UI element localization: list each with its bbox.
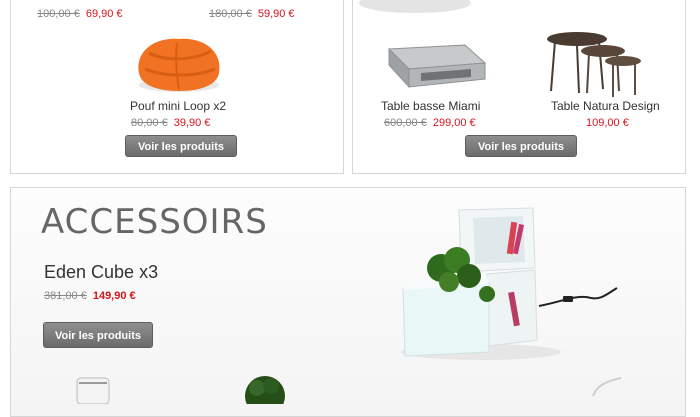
promo-panel-right: Table basse Miami Table Natura Design 60… xyxy=(352,0,686,174)
new-price: 109,00 € xyxy=(586,117,629,129)
product-name[interactable]: Table basse Miami xyxy=(381,99,480,113)
old-price: 80,00 € xyxy=(131,117,168,129)
eden-cube-image[interactable] xyxy=(391,202,641,362)
product-name[interactable]: Table Natura Design xyxy=(551,99,660,113)
view-products-button[interactable]: Voir les produits xyxy=(43,322,153,348)
pouf-image[interactable] xyxy=(131,33,227,95)
old-price: 100,00 € xyxy=(37,8,80,20)
nesting-tables-image[interactable] xyxy=(543,31,643,101)
featured-product-name[interactable]: Eden Cube x3 xyxy=(44,262,158,283)
featured-product-price: 381,00 € 149,90 € xyxy=(44,290,136,302)
view-products-button[interactable]: Voir les produits xyxy=(125,135,237,157)
product-price: 600,00 € 299,00 € xyxy=(384,117,476,129)
view-products-button[interactable]: Voir les produits xyxy=(465,135,577,157)
new-price: 59,90 € xyxy=(257,8,295,20)
price-row-top-right: 180,00 € 59,90 € xyxy=(209,8,295,20)
price-row-top-left: 100,00 € 69,90 € xyxy=(37,8,123,20)
old-price: 600,00 € xyxy=(384,117,427,129)
accessories-banner: ACCESSOIRS Eden Cube x3 381,00 € 149,90 €… xyxy=(10,187,686,417)
new-price: 149,90 € xyxy=(92,290,136,302)
old-price: 381,00 € xyxy=(44,290,87,302)
accessory-thumb-3[interactable] xyxy=(587,374,627,398)
cut-off-product-image xyxy=(359,0,471,13)
new-price: 299,00 € xyxy=(432,117,476,129)
product-price: 109,00 € xyxy=(586,117,629,129)
section-title: ACCESSOIRS xyxy=(41,202,268,242)
old-price: 180,00 € xyxy=(209,8,252,20)
promo-panel-left: 100,00 € 69,90 € 180,00 € 59,90 € Pouf min… xyxy=(10,0,344,174)
product-name[interactable]: Pouf mini Loop x2 xyxy=(11,99,345,113)
product-price: 80,00 € 39,90 € xyxy=(131,117,210,129)
new-price: 39,90 € xyxy=(173,117,211,129)
new-price: 69,90 € xyxy=(85,8,123,20)
coffee-table-image[interactable] xyxy=(381,43,491,93)
